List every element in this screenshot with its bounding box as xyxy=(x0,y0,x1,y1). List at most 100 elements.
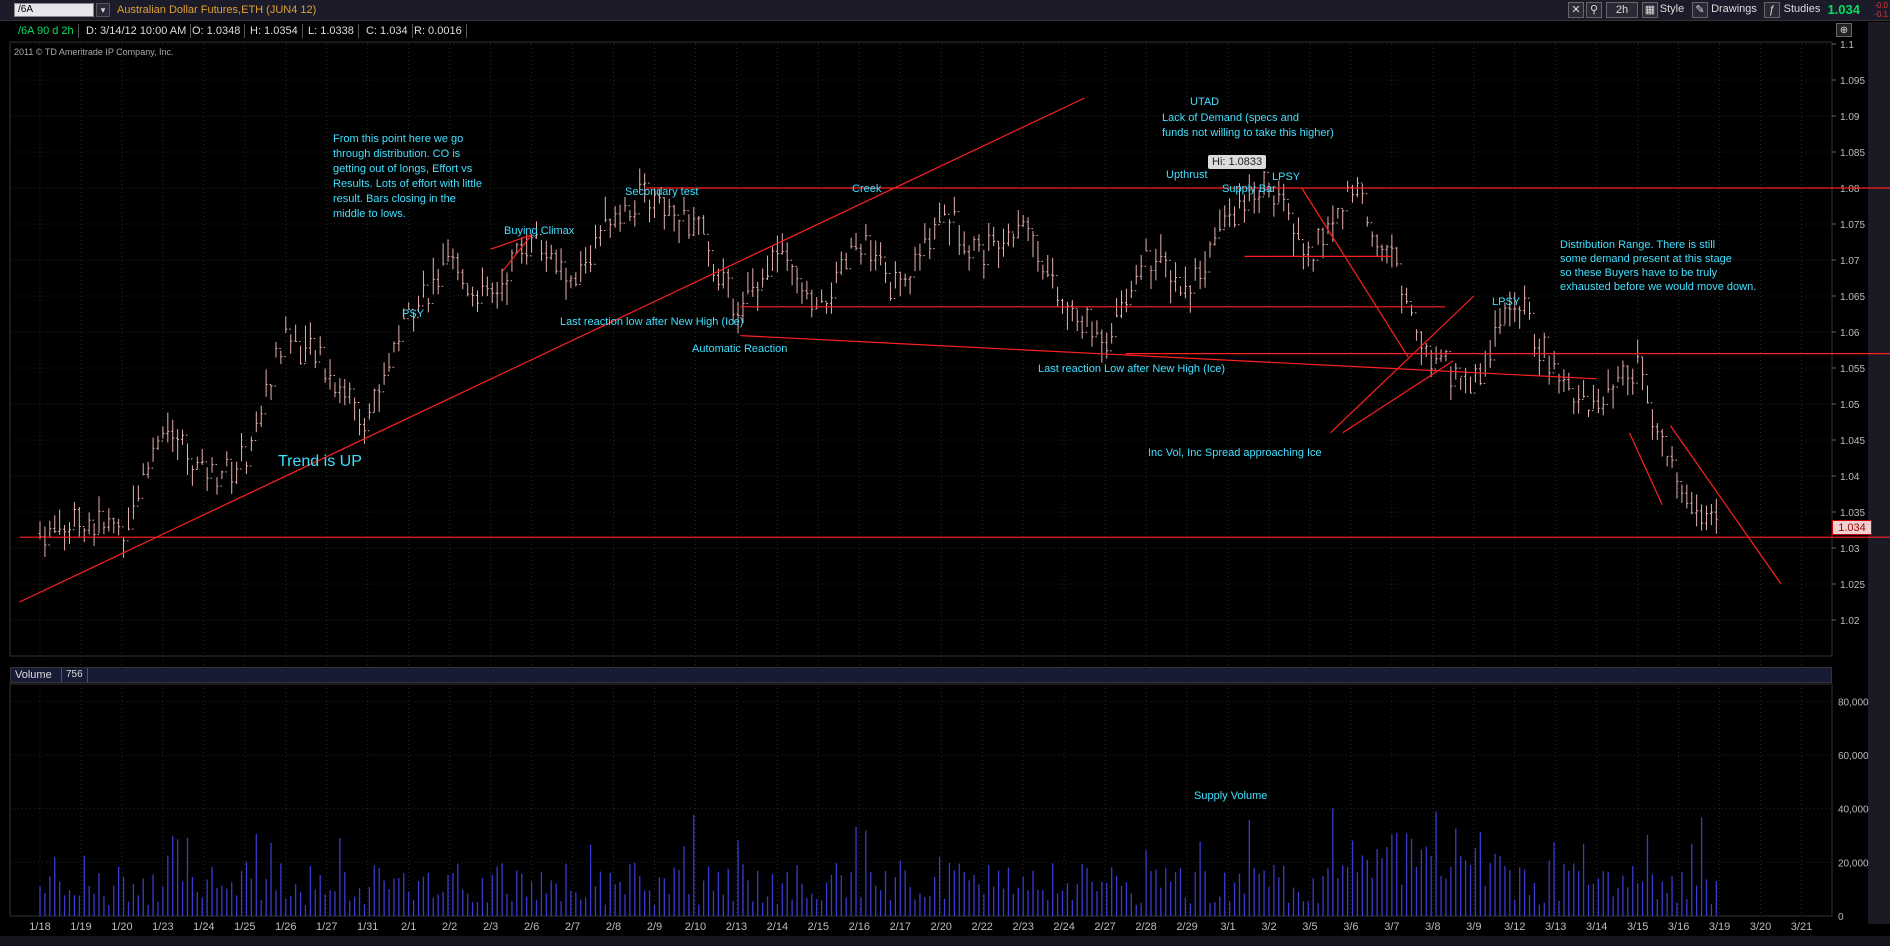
price-bar xyxy=(372,388,376,414)
price-bar xyxy=(598,225,602,247)
price-bar xyxy=(1360,182,1364,204)
price-bar xyxy=(328,359,332,390)
price-bar xyxy=(1518,305,1522,329)
price-bar xyxy=(441,243,445,287)
price-bar xyxy=(1690,492,1694,515)
price-bar xyxy=(313,338,317,368)
price-bar xyxy=(377,384,381,412)
price-bar xyxy=(829,282,833,314)
price-bar xyxy=(274,342,278,387)
price-bar xyxy=(294,324,298,342)
price-bar xyxy=(1395,247,1399,267)
date-tick-label: 1/25 xyxy=(234,921,255,933)
price-bar xyxy=(874,240,878,271)
price-bar xyxy=(1321,227,1325,259)
price-bar xyxy=(1085,306,1089,333)
date-tick-label: 2/10 xyxy=(685,921,706,933)
price-bar xyxy=(962,231,966,255)
price-bar xyxy=(589,245,593,273)
price-bar xyxy=(190,458,194,486)
volume-tick-label: 80,000 xyxy=(1838,697,1869,708)
price-bar xyxy=(362,418,366,444)
date-tick-label: 2/3 xyxy=(483,921,498,933)
price-bar xyxy=(1124,288,1128,313)
price-bar xyxy=(367,403,371,432)
price-bar xyxy=(1650,402,1654,440)
price-volume-chart[interactable]: 1.1 1.095 1.09 1.085 1.08 1.075 1.07 1.065 1.06 1… xyxy=(0,0,1890,946)
price-bar xyxy=(564,261,568,300)
price-bar xyxy=(43,526,47,557)
price-bar xyxy=(318,336,322,363)
price-bar xyxy=(608,218,612,238)
price-bar xyxy=(456,252,460,281)
price-bar xyxy=(1223,205,1227,230)
price-bar xyxy=(1346,180,1350,212)
price-tick-label: 1.075 xyxy=(1840,220,1865,231)
price-bar xyxy=(490,282,494,304)
price-bar xyxy=(166,412,170,443)
price-bar xyxy=(1198,260,1202,290)
price-bar xyxy=(790,259,794,286)
annotation-label: Supply Bar xyxy=(1222,183,1276,195)
price-axis-ticks: 1.1 1.095 1.09 1.085 1.08 1.075 1.07 1.065 1.06 1… xyxy=(1840,40,1865,627)
price-bar xyxy=(633,200,637,227)
price-bar xyxy=(888,272,892,301)
price-tick-label: 1.05 xyxy=(1840,400,1860,411)
price-bar xyxy=(593,224,597,265)
price-bar xyxy=(1675,459,1679,499)
annotation-label: Inc Vol, Inc Spread approaching Ice xyxy=(1148,447,1322,459)
price-bar xyxy=(1336,207,1340,224)
price-bar xyxy=(230,458,234,495)
price-bar xyxy=(1405,287,1409,305)
price-bar xyxy=(1685,484,1689,509)
price-bar xyxy=(1552,350,1556,374)
price-bar xyxy=(628,205,632,222)
price-bar xyxy=(171,419,175,453)
price-bar xyxy=(1183,266,1187,299)
price-bar xyxy=(1169,259,1173,304)
price-bar xyxy=(844,252,848,270)
price-bar xyxy=(667,198,671,217)
price-bar xyxy=(933,217,937,250)
price-bar xyxy=(1414,312,1418,341)
bottom-scrollbar[interactable] xyxy=(0,936,1890,946)
date-tick-label: 3/7 xyxy=(1384,921,1399,933)
price-bar xyxy=(82,526,86,543)
price-bar xyxy=(1528,297,1532,320)
price-bar xyxy=(1031,228,1035,258)
price-bar xyxy=(259,405,263,427)
annotation-label: through distribution. CO is xyxy=(333,148,461,160)
price-bar xyxy=(225,451,229,473)
price-bar xyxy=(908,276,912,295)
price-bar xyxy=(117,518,121,536)
price-bar xyxy=(903,273,907,287)
price-panel-frame xyxy=(9,41,1833,657)
price-bar xyxy=(220,470,224,487)
date-tick-label: 3/20 xyxy=(1750,921,1771,933)
date-tick-label: 1/26 xyxy=(275,921,296,933)
price-bar xyxy=(1213,227,1217,246)
price-bar xyxy=(1046,254,1050,278)
price-bar xyxy=(323,346,327,383)
price-bar xyxy=(353,388,357,421)
price-bar xyxy=(746,271,750,305)
price-bar xyxy=(672,204,676,232)
price-bar xyxy=(1154,248,1158,281)
price-bar xyxy=(136,485,140,507)
price-bar xyxy=(544,240,548,273)
price-tick-label: 1.1 xyxy=(1840,40,1854,51)
price-bar xyxy=(947,213,951,246)
price-bar xyxy=(1075,307,1079,332)
price-bar xyxy=(1606,369,1610,405)
date-tick-label: 3/15 xyxy=(1627,921,1648,933)
price-bar xyxy=(181,429,185,446)
price-bar xyxy=(1700,504,1704,531)
price-bar xyxy=(244,446,248,475)
volume-tick-label: 0 xyxy=(1838,912,1844,923)
price-bar xyxy=(1021,215,1025,228)
price-bar xyxy=(834,261,838,299)
price-bar xyxy=(1665,435,1669,467)
price-bar xyxy=(471,286,475,307)
price-bar xyxy=(1292,212,1296,257)
price-bar xyxy=(775,235,779,273)
